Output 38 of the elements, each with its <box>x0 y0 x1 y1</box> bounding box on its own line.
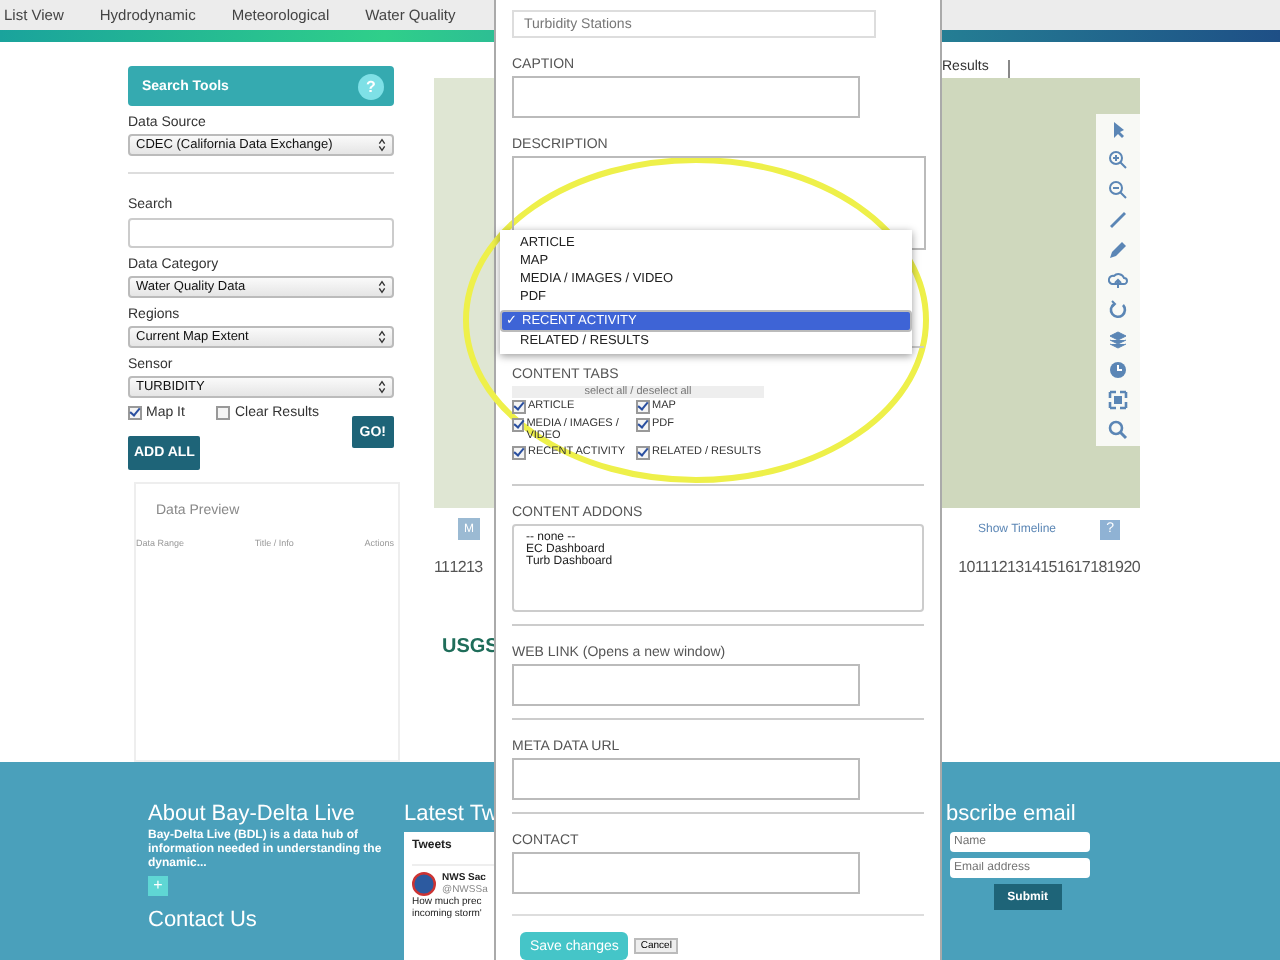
cloud-upload-icon[interactable] <box>1108 270 1128 291</box>
zoom-in-icon[interactable] <box>1108 150 1128 171</box>
timeline-number: 12 <box>449 558 467 577</box>
updown-icon <box>378 138 386 153</box>
metadata-url-field[interactable] <box>512 758 860 800</box>
timeline-number: 11 <box>434 558 450 577</box>
timeline-number: 13 <box>466 558 483 577</box>
timeline-number: 12 <box>990 558 1007 577</box>
timeline-number: 14 <box>1023 558 1041 577</box>
pencil-icon[interactable] <box>1108 240 1128 261</box>
avatar-icon <box>412 872 436 896</box>
footer-heading: About Bay-Delta Live <box>148 802 357 826</box>
pointer-icon[interactable] <box>1108 120 1128 141</box>
footer-heading: Contact Us <box>148 907 259 932</box>
caption-field[interactable] <box>512 76 860 118</box>
ruler-icon[interactable] <box>1108 210 1128 231</box>
timeline-number: 20 <box>1123 558 1140 577</box>
layers-icon[interactable] <box>1108 330 1128 351</box>
timeline-number: 13 <box>1007 558 1024 577</box>
timeline-number: 18 <box>1090 558 1107 577</box>
updown-icon <box>378 280 386 295</box>
updown-icon <box>378 330 386 345</box>
web-link-field[interactable] <box>512 664 860 706</box>
search-field[interactable] <box>128 218 394 249</box>
search-icon[interactable] <box>1108 420 1128 441</box>
timeline-number: 19 <box>1106 558 1124 577</box>
clock-icon[interactable] <box>1108 360 1128 381</box>
updown-icon <box>378 380 386 395</box>
timeline-number: 11 <box>974 558 991 577</box>
timeline-number: 15 <box>1040 558 1057 577</box>
timeline-number: 16 <box>1056 558 1074 577</box>
timeline-number: 10 <box>958 558 975 577</box>
footer-heading: bscribe email <box>946 802 1076 826</box>
fullscreen-icon[interactable] <box>1108 390 1128 411</box>
zoom-out-icon[interactable] <box>1108 180 1128 201</box>
contact-field[interactable] <box>512 852 860 894</box>
refresh-icon[interactable] <box>1108 300 1128 321</box>
timeline-number: 17 <box>1073 558 1091 577</box>
